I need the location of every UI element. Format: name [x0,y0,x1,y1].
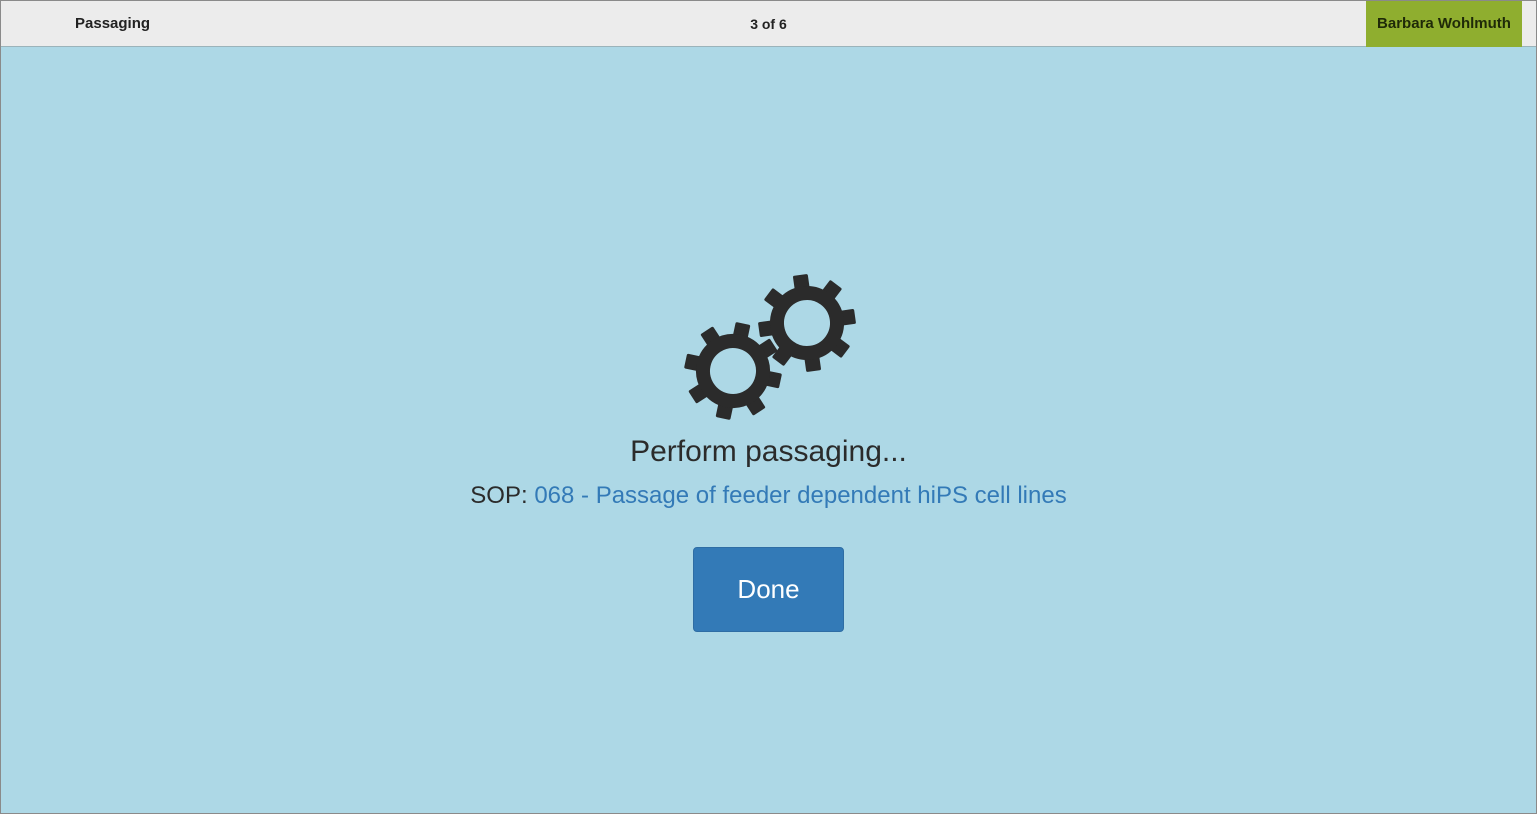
status-headline: Perform passaging... [630,435,907,468]
sop-link[interactable]: 068 - Passage of feeder dependent hiPS c… [534,482,1066,509]
gears-icon [677,267,867,427]
done-button[interactable]: Done [693,547,844,632]
top-bar: Passaging 3 of 6 Barbara Wohlmuth [1,1,1536,47]
user-menu-button[interactable]: Barbara Wohlmuth [1366,1,1522,47]
sop-line: SOP: 068 - Passage of feeder dependent h… [1,482,1536,510]
app-window: Passaging 3 of 6 Barbara Wohlmuth Perfor… [0,0,1537,814]
sop-label: SOP: [470,482,528,509]
step-counter: 3 of 6 [750,16,787,32]
